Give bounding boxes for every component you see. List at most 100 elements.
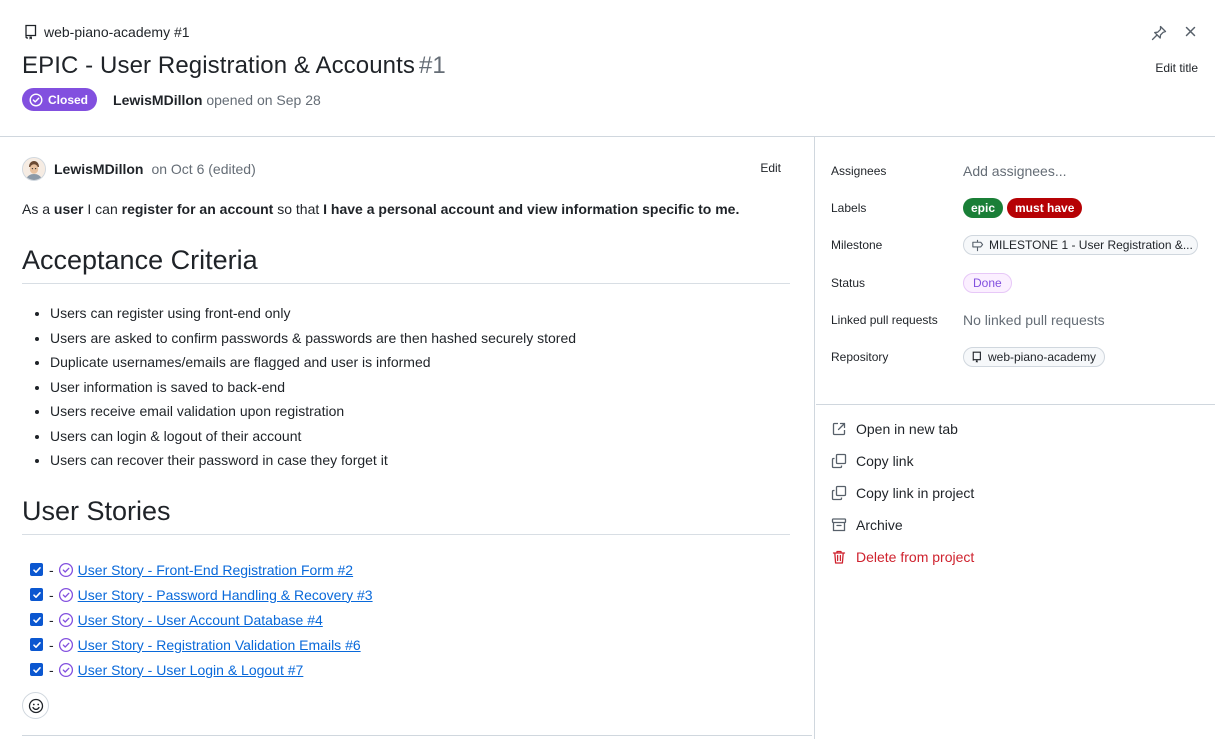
action-label: Open in new tab [856, 421, 958, 437]
delete-from-project-button[interactable]: Delete from project [831, 547, 974, 567]
task-checkbox[interactable] [30, 563, 43, 576]
repo-icon [971, 351, 983, 363]
issue-closed-icon [58, 637, 74, 653]
repository-field: Repository web-piano-academy [831, 346, 1106, 368]
milestone-token[interactable]: MILESTONE 1 - User Registration &... [963, 235, 1198, 255]
body-bold-part: user [53, 201, 84, 217]
issue-title-text: EPIC - User Registration & Accounts [22, 52, 415, 79]
add-reaction-button[interactable] [22, 692, 49, 719]
issue-main: LewisMDillon on Oct 6 (edited) Edit As a… [0, 137, 815, 739]
story-link[interactable]: User Story - User Account Database #4 [78, 612, 323, 628]
issue-state-row: Closed LewisMDillon opened on Sep 28 [22, 88, 321, 111]
list-item: - User Story - User Login & Logout #7 [30, 657, 373, 682]
label-epic[interactable]: epic [963, 198, 1004, 218]
acceptance-criteria-heading: Acceptance Criteria [22, 245, 790, 284]
list-item: Users are asked to confirm passwords & p… [50, 330, 576, 355]
copy-link-in-project-button[interactable]: Copy link in project [831, 483, 974, 503]
story-dash: - [49, 561, 54, 578]
repo-reference-text: web-piano-academy #1 [44, 24, 190, 40]
milestone-icon [971, 239, 984, 252]
issue-closed-icon [58, 662, 74, 678]
user-story-sentence: As a user I can register for an account … [22, 201, 739, 217]
story-dash: - [49, 636, 54, 653]
field-label: Repository [831, 350, 889, 364]
issue-closed-icon [58, 612, 74, 628]
milestone-text: MILESTONE 1 - User Registration &... [989, 238, 1193, 252]
field-label: Linked pull requests [831, 313, 938, 327]
pin-icon[interactable] [1150, 24, 1168, 42]
story-link[interactable]: User Story - User Login & Logout #7 [78, 662, 304, 678]
repo-reference[interactable]: web-piano-academy #1 [23, 24, 190, 40]
archive-button[interactable]: Archive [831, 515, 903, 535]
label-must-have[interactable]: must have [1007, 198, 1083, 218]
copy-icon [831, 453, 847, 469]
repository-text: web-piano-academy [988, 350, 1097, 364]
field-label: Milestone [831, 238, 883, 252]
story-dash: - [49, 661, 54, 678]
list-item: - User Story - User Account Database #4 [30, 607, 373, 632]
issue-closed-icon [29, 92, 43, 107]
action-label: Archive [856, 517, 903, 533]
list-item: Users can login & logout of their accoun… [50, 428, 576, 453]
list-item: - User Story - Registration Validation E… [30, 632, 373, 657]
user-stories-heading: User Stories [22, 496, 790, 535]
field-label: Status [831, 276, 866, 290]
story-link[interactable]: User Story - Registration Validation Ema… [78, 637, 361, 653]
list-item: - User Story - Front-End Registration Fo… [30, 557, 373, 582]
list-item: Duplicate usernames/emails are flagged a… [50, 354, 576, 379]
smiley-icon [28, 698, 44, 714]
body-bold-part: register for an account [121, 201, 274, 217]
comment-author[interactable]: LewisMDillon [54, 161, 143, 177]
add-assignees-button[interactable]: Add assignees... [963, 163, 1067, 179]
acceptance-criteria-list: Users can register using front-end only … [50, 305, 576, 477]
task-checkbox[interactable] [30, 638, 43, 651]
copy-link-button[interactable]: Copy link [831, 451, 914, 471]
task-checkbox[interactable] [30, 663, 43, 676]
linked-prs-field: Linked pull requests No linked pull requ… [831, 309, 1105, 331]
body-text-part: so that [273, 201, 324, 217]
trash-icon [831, 549, 847, 565]
field-label: Assignees [831, 164, 887, 178]
close-icon[interactable] [1183, 24, 1199, 40]
issue-author-link[interactable]: LewisMDillon [113, 92, 202, 108]
milestone-field: Milestone MILESTONE 1 - User Registratio… [831, 234, 1198, 256]
opened-date: opened on Sep 28 [206, 91, 321, 108]
comment-meta[interactable]: on Oct 6 (edited) [151, 161, 255, 177]
issue-number: #1 [418, 52, 446, 79]
repository-token[interactable]: web-piano-academy [963, 347, 1106, 367]
user-stories-list: - User Story - Front-End Registration Fo… [30, 557, 373, 682]
issue-closed-icon [58, 587, 74, 603]
action-label: Delete from project [856, 549, 975, 565]
body-text-part: As a [22, 201, 54, 217]
status-badge[interactable]: Done [963, 273, 1012, 293]
task-checkbox[interactable] [30, 588, 43, 601]
list-item: - User Story - Password Handling & Recov… [30, 582, 373, 607]
action-label: Copy link [856, 453, 914, 469]
story-dash: - [49, 611, 54, 628]
edit-title-button[interactable]: Edit title [1155, 61, 1198, 75]
body-bold-part: I have a personal account and view infor… [323, 201, 740, 217]
story-link[interactable]: User Story - Front-End Registration Form… [78, 562, 353, 578]
field-label: Labels [831, 201, 867, 215]
issue-closed-icon [58, 562, 74, 578]
action-label: Copy link in project [856, 485, 975, 501]
external-link-icon [831, 421, 847, 437]
body-text-part: I can [83, 201, 122, 217]
issue-header: web-piano-academy #1 EPIC - User Registr… [0, 0, 1215, 137]
status-field: Status Done [831, 272, 1012, 294]
task-checkbox[interactable] [30, 613, 43, 626]
open-new-tab-button[interactable]: Open in new tab [831, 419, 958, 439]
status-badge: Closed [22, 88, 98, 111]
story-dash: - [49, 586, 54, 603]
list-item: Users receive email validation upon regi… [50, 403, 576, 428]
avatar[interactable] [22, 157, 46, 181]
page-title: EPIC - User Registration & Accounts #1 [22, 52, 446, 80]
linked-prs-value: No linked pull requests [963, 312, 1105, 328]
repo-icon [23, 24, 39, 40]
comment-edit-button[interactable]: Edit [760, 161, 781, 175]
story-link[interactable]: User Story - Password Handling & Recover… [78, 587, 373, 603]
assignees-field: Assignees Add assignees... [831, 160, 1067, 182]
copy-icon [831, 485, 847, 501]
divider [816, 404, 1215, 405]
archive-icon [831, 517, 847, 533]
